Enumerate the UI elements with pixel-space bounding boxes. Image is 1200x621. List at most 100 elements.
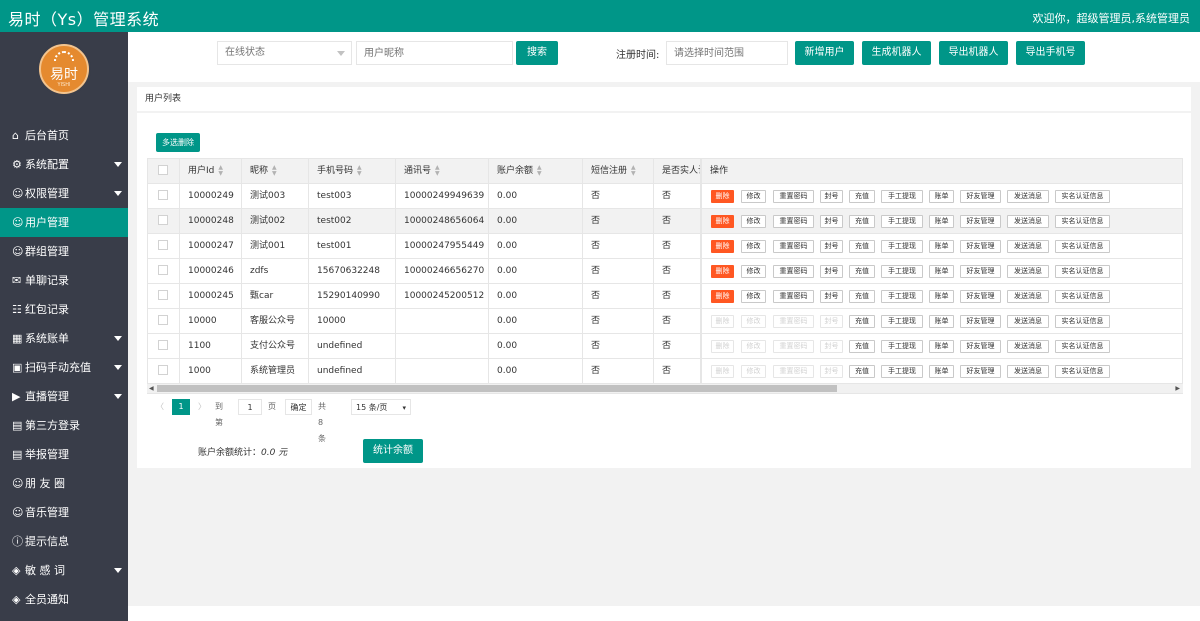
row-action-button-0[interactable]: 删除	[711, 190, 734, 203]
row-action-button-5[interactable]: 手工提现	[881, 215, 923, 228]
row-action-button-7[interactable]: 好友管理	[960, 240, 1001, 253]
next-page-icon[interactable]: 〉	[198, 399, 206, 415]
row-action-button-9[interactable]: 实名认证信息	[1055, 215, 1110, 228]
row-action-button-6[interactable]: 账单	[929, 190, 954, 203]
row-action-button-2[interactable]: 重置密码	[773, 190, 814, 203]
row-action-button-2[interactable]: 重置密码	[773, 265, 814, 278]
row-action-button-8[interactable]: 发送消息	[1007, 190, 1049, 203]
sidebar-item-7[interactable]: ▦ 系统账单	[0, 324, 128, 353]
search-button[interactable]: 搜索	[516, 41, 558, 65]
reg-time-range-input[interactable]	[666, 41, 788, 65]
row-action-button-9[interactable]: 实名认证信息	[1055, 190, 1110, 203]
row-action-button-0[interactable]: 删除	[711, 365, 734, 378]
sidebar-item-5[interactable]: ✉ 单聊记录	[0, 266, 128, 295]
row-action-button-3[interactable]: 封号	[820, 365, 843, 378]
row-checkbox[interactable]	[158, 314, 168, 325]
sidebar-item-12[interactable]: ☺ 朋 友 圈	[0, 469, 128, 498]
export-phone-button[interactable]: 导出手机号	[1016, 41, 1085, 65]
sort-icon[interactable]: ▲ ▼	[631, 164, 636, 177]
row-action-button-8[interactable]: 发送消息	[1007, 290, 1049, 303]
row-action-button-4[interactable]: 充值	[849, 290, 875, 303]
sidebar-item-9[interactable]: ▶ 直播管理	[0, 382, 128, 411]
per-page-select[interactable]: 15 条/页 ▾	[351, 399, 411, 415]
row-action-button-7[interactable]: 好友管理	[960, 365, 1001, 378]
row-action-button-3[interactable]: 封号	[820, 240, 843, 253]
add-user-button[interactable]: 新增用户	[795, 41, 854, 65]
generate-robot-button[interactable]: 生成机器人	[862, 41, 931, 65]
row-action-button-6[interactable]: 账单	[929, 340, 954, 353]
row-action-button-9[interactable]: 实名认证信息	[1055, 240, 1110, 253]
row-action-button-6[interactable]: 账单	[929, 315, 954, 328]
sidebar-item-16[interactable]: ◈ 全员通知	[0, 585, 128, 614]
row-action-button-5[interactable]: 手工提现	[881, 190, 923, 203]
row-action-button-7[interactable]: 好友管理	[960, 315, 1001, 328]
row-checkbox[interactable]	[158, 189, 168, 200]
sort-icon[interactable]: ▲ ▼	[435, 164, 440, 177]
row-action-button-0[interactable]: 删除	[711, 315, 734, 328]
row-action-button-1[interactable]: 修改	[741, 315, 766, 328]
row-action-button-8[interactable]: 发送消息	[1007, 265, 1049, 278]
row-action-button-9[interactable]: 实名认证信息	[1055, 315, 1110, 328]
row-action-button-6[interactable]: 账单	[929, 215, 954, 228]
row-action-button-0[interactable]: 删除	[711, 340, 734, 353]
sort-icon[interactable]: ▲ ▼	[537, 164, 542, 177]
welcome-text[interactable]: 欢迎你，超级管理员,系统管理员	[1033, 10, 1191, 26]
row-action-button-3[interactable]: 封号	[820, 190, 843, 203]
row-action-button-0[interactable]: 删除	[711, 290, 734, 303]
sidebar-item-13[interactable]: ☺ 音乐管理	[0, 498, 128, 527]
row-action-button-1[interactable]: 修改	[741, 290, 766, 303]
row-action-button-5[interactable]: 手工提现	[881, 265, 923, 278]
row-action-button-4[interactable]: 充值	[849, 340, 875, 353]
row-action-button-2[interactable]: 重置密码	[773, 290, 814, 303]
horizontal-scrollbar[interactable]: ◀ ▶	[147, 383, 1183, 393]
row-action-button-8[interactable]: 发送消息	[1007, 215, 1049, 228]
row-action-button-3[interactable]: 封号	[820, 315, 843, 328]
row-checkbox[interactable]	[158, 264, 168, 275]
row-action-button-5[interactable]: 手工提现	[881, 240, 923, 253]
row-action-button-0[interactable]: 删除	[711, 215, 734, 228]
scroll-left-icon[interactable]: ◀	[149, 385, 154, 392]
multi-delete-button[interactable]: 多选删除	[156, 133, 200, 152]
goto-confirm-button[interactable]: 确定	[285, 399, 312, 415]
row-action-button-1[interactable]: 修改	[741, 265, 766, 278]
select-all-checkbox[interactable]	[158, 164, 168, 175]
row-action-button-8[interactable]: 发送消息	[1007, 315, 1049, 328]
nickname-input[interactable]	[356, 41, 513, 65]
scroll-right-icon[interactable]: ▶	[1175, 385, 1180, 392]
row-action-button-1[interactable]: 修改	[741, 365, 766, 378]
row-action-button-5[interactable]: 手工提现	[881, 315, 923, 328]
row-checkbox[interactable]	[158, 339, 168, 350]
row-action-button-7[interactable]: 好友管理	[960, 190, 1001, 203]
row-action-button-7[interactable]: 好友管理	[960, 290, 1001, 303]
row-action-button-9[interactable]: 实名认证信息	[1055, 290, 1110, 303]
row-action-button-7[interactable]: 好友管理	[960, 340, 1001, 353]
current-page[interactable]: 1	[172, 399, 190, 415]
prev-page-icon[interactable]: 〈	[156, 399, 164, 415]
sidebar-item-6[interactable]: ☷ 红包记录	[0, 295, 128, 324]
row-action-button-3[interactable]: 封号	[820, 265, 843, 278]
row-action-button-5[interactable]: 手工提现	[881, 340, 923, 353]
row-action-button-5[interactable]: 手工提现	[881, 290, 923, 303]
row-action-button-1[interactable]: 修改	[741, 190, 766, 203]
row-checkbox[interactable]	[158, 289, 168, 300]
calc-balance-button[interactable]: 统计余额	[363, 439, 423, 463]
row-checkbox[interactable]	[158, 364, 168, 375]
app-logo[interactable]: 易时 YISHI	[39, 44, 89, 94]
row-action-button-6[interactable]: 账单	[929, 265, 954, 278]
row-checkbox[interactable]	[158, 239, 168, 250]
sort-icon[interactable]: ▲ ▼	[218, 164, 223, 177]
row-action-button-6[interactable]: 账单	[929, 365, 954, 378]
row-action-button-8[interactable]: 发送消息	[1007, 365, 1049, 378]
row-checkbox[interactable]	[158, 214, 168, 225]
row-action-button-7[interactable]: 好友管理	[960, 215, 1001, 228]
sidebar-item-2[interactable]: ☺ 权限管理	[0, 179, 128, 208]
row-action-button-0[interactable]: 删除	[711, 265, 734, 278]
sidebar-item-8[interactable]: ▣ 扫码手动充值	[0, 353, 128, 382]
row-action-button-9[interactable]: 实名认证信息	[1055, 340, 1110, 353]
row-action-button-5[interactable]: 手工提现	[881, 365, 923, 378]
sort-icon[interactable]: ▲ ▼	[272, 164, 277, 177]
sidebar-item-1[interactable]: ⚙ 系统配置	[0, 150, 128, 179]
row-action-button-4[interactable]: 充值	[849, 265, 875, 278]
row-action-button-1[interactable]: 修改	[741, 340, 766, 353]
online-status-select[interactable]: 在线状态	[217, 41, 352, 65]
